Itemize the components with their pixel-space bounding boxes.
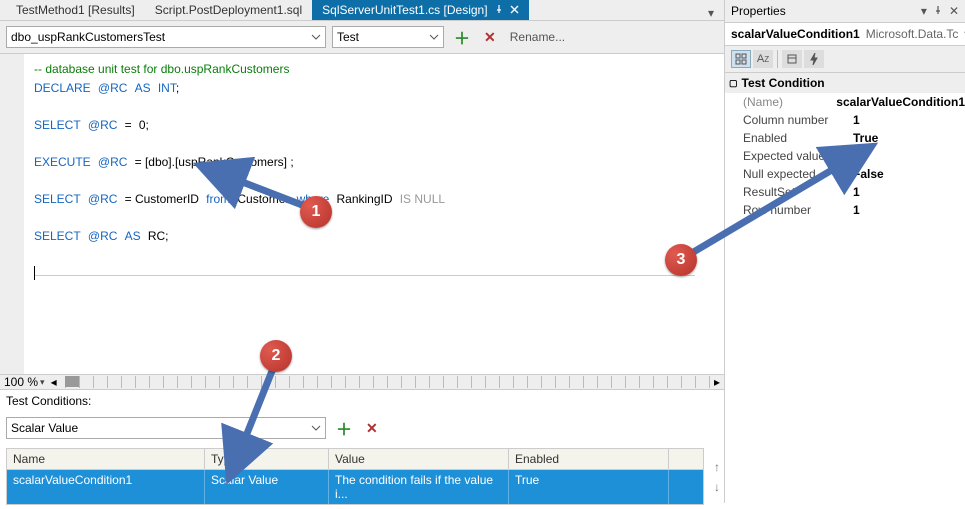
rename-button[interactable]: Rename... xyxy=(506,30,569,44)
code-comment: -- database unit test for dbo.uspRankCus… xyxy=(34,62,289,76)
test-conditions-label: Test Conditions: xyxy=(0,390,724,412)
property-row[interactable]: (Name)scalarValueCondition1 xyxy=(725,93,965,111)
test-class-dropdown[interactable]: dbo_uspRankCustomersTest xyxy=(6,26,326,48)
pin-icon[interactable] xyxy=(494,3,504,17)
tab-scroll-down-icon[interactable]: ▾ xyxy=(704,6,718,20)
text-caret xyxy=(34,266,35,280)
property-row[interactable]: Row number1 xyxy=(725,201,965,219)
col-name[interactable]: Name xyxy=(7,449,205,469)
conditions-toolbar: Scalar Value ＋ ✕ xyxy=(0,412,724,444)
properties-title-bar: Properties ▾ ✕ xyxy=(725,0,965,23)
pin-icon[interactable] xyxy=(933,4,943,18)
chevron-down-icon xyxy=(311,32,321,42)
chevron-down-icon xyxy=(429,32,439,42)
object-type: Microsoft.Data.Tc xyxy=(866,27,959,41)
condition-type-dropdown[interactable]: Scalar Value xyxy=(6,417,326,439)
add-icon[interactable]: ＋ xyxy=(450,25,474,49)
tab-script[interactable]: Script.PostDeployment1.sql xyxy=(145,0,312,20)
property-row[interactable]: Column number1 xyxy=(725,111,965,129)
property-pages-icon[interactable] xyxy=(782,50,802,68)
tab-results[interactable]: TestMethod1 [Results] xyxy=(6,0,145,20)
zoom-bar: 100 % ▾ ◂ ▸ xyxy=(0,374,724,389)
add-condition-icon[interactable]: ＋ xyxy=(332,416,356,440)
delete-icon[interactable]: ✕ xyxy=(480,27,500,48)
close-icon[interactable] xyxy=(510,3,519,17)
close-icon[interactable]: ✕ xyxy=(949,4,959,18)
properties-object-dropdown[interactable]: scalarValueCondition1 Microsoft.Data.Tc … xyxy=(725,23,965,46)
reorder-arrows: ↑ ↓ xyxy=(710,444,724,509)
col-value[interactable]: Value xyxy=(329,449,509,469)
cell-name: scalarValueCondition1 xyxy=(7,470,205,504)
grid-row-selected[interactable]: scalarValueCondition1 Scalar Value The c… xyxy=(7,470,703,504)
events-icon[interactable] xyxy=(804,50,824,68)
categorized-icon[interactable] xyxy=(731,50,751,68)
test-toolbar: dbo_uspRankCustomersTest Test ＋ ✕ Rename… xyxy=(0,21,724,54)
panel-menu-icon[interactable]: ▾ xyxy=(921,4,927,18)
grid-header: Name Type Value Enabled xyxy=(7,449,703,470)
move-up-icon[interactable]: ↑ xyxy=(714,460,720,474)
tab-label: Script.PostDeployment1.sql xyxy=(155,3,302,17)
zoom-label: 100 % xyxy=(4,375,38,389)
sql-editor[interactable]: -- database unit test for dbo.uspRankCus… xyxy=(0,54,724,374)
collapse-icon: ▢ xyxy=(729,78,738,89)
conditions-grid: Name Type Value Enabled scalarValueCondi… xyxy=(6,448,704,505)
cell-type: Scalar Value xyxy=(205,470,329,504)
property-row[interactable]: EnabledTrue xyxy=(725,129,965,147)
current-line-underline xyxy=(35,275,695,276)
cell-enabled: True xyxy=(509,470,669,504)
category-label: Test Condition xyxy=(742,76,825,90)
horizontal-scrollbar[interactable] xyxy=(65,376,712,388)
cell-value: The condition fails if the value i... xyxy=(329,470,509,504)
scroll-left-icon[interactable]: ◂ xyxy=(51,375,57,389)
category-test-condition[interactable]: ▢ Test Condition xyxy=(725,73,965,93)
object-name: scalarValueCondition1 xyxy=(731,27,860,41)
property-row[interactable]: Expected value0 xyxy=(725,147,965,165)
col-type[interactable]: Type xyxy=(205,449,329,469)
tab-label: SqlServerUnitTest1.cs [Design] xyxy=(322,3,487,17)
zoom-chevron-icon[interactable]: ▾ xyxy=(40,377,45,388)
property-row[interactable]: Null expectedFalse xyxy=(725,165,965,183)
properties-body: ▢ Test Condition (Name)scalarValueConditi… xyxy=(725,73,965,503)
dropdown-text: dbo_uspRankCustomersTest xyxy=(11,30,165,44)
delete-condition-icon[interactable]: ✕ xyxy=(362,418,382,439)
scroll-right-icon[interactable]: ▸ xyxy=(714,375,720,389)
property-row[interactable]: ResultSet1 xyxy=(725,183,965,201)
tab-label: TestMethod1 [Results] xyxy=(16,3,135,17)
col-enabled[interactable]: Enabled xyxy=(509,449,669,469)
properties-view-icons: AZ xyxy=(725,46,965,73)
tab-unittest-design[interactable]: SqlServerUnitTest1.cs [Design] xyxy=(312,0,528,20)
test-mode-dropdown[interactable]: Test xyxy=(332,26,444,48)
properties-title: Properties xyxy=(731,4,786,18)
alphabetical-icon[interactable]: AZ xyxy=(753,50,773,68)
move-down-icon[interactable]: ↓ xyxy=(714,480,720,494)
dropdown-text: Scalar Value xyxy=(11,421,78,435)
dropdown-text: Test xyxy=(337,30,359,44)
chevron-down-icon xyxy=(311,423,321,433)
document-tabs: TestMethod1 [Results] Script.PostDeploym… xyxy=(0,0,724,21)
